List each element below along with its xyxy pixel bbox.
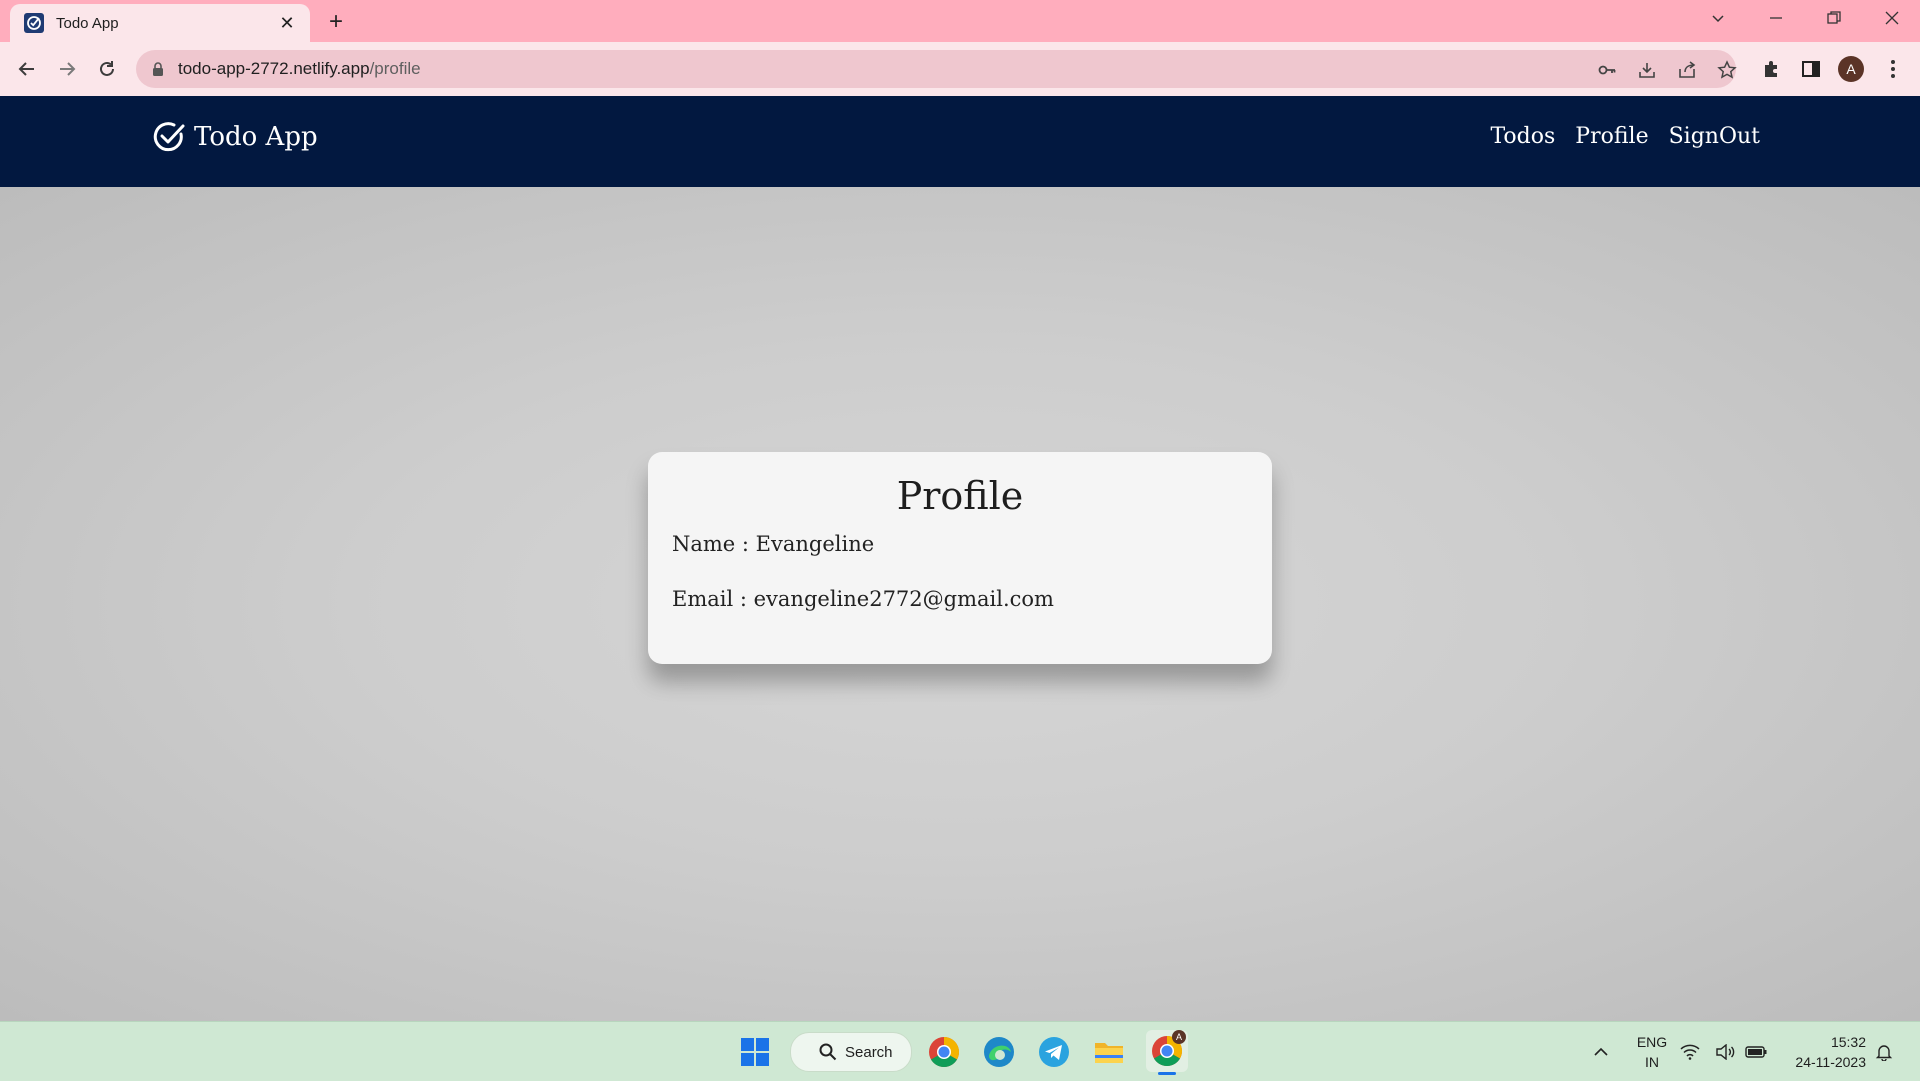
telegram-icon[interactable] xyxy=(1035,1033,1073,1071)
tab-title: Todo App xyxy=(56,14,119,32)
nav-profile[interactable]: Profile xyxy=(1575,124,1648,149)
restore-icon[interactable] xyxy=(1806,0,1862,36)
tab-bar: Todo App ✕ + xyxy=(0,0,1920,42)
clock-date: 24-11-2023 xyxy=(1795,1054,1866,1070)
new-tab-icon[interactable]: + xyxy=(322,8,350,36)
search-icon xyxy=(819,1043,837,1061)
todo-favicon-icon xyxy=(24,13,44,33)
language-top: ENG xyxy=(1636,1034,1668,1050)
profile-avatar[interactable]: A xyxy=(1838,56,1864,82)
file-explorer-icon[interactable] xyxy=(1090,1033,1128,1071)
profile-card: Profile Name : Evangeline Email : evange… xyxy=(648,452,1272,664)
brand[interactable]: Todo App xyxy=(152,120,318,154)
profile-heading: Profile xyxy=(896,474,1024,518)
language-bottom: IN xyxy=(1645,1054,1659,1070)
language-indicator[interactable]: ENG IN xyxy=(1632,1032,1672,1072)
share-icon[interactable] xyxy=(1676,59,1698,81)
app-navbar: Todo App Todos Profile SignOut xyxy=(0,96,1920,187)
edge-icon[interactable] xyxy=(980,1033,1018,1071)
window-close-icon[interactable] xyxy=(1864,0,1920,36)
profile-email: Email : evangeline2772@gmail.com xyxy=(672,587,1054,611)
reload-icon[interactable] xyxy=(92,54,122,84)
minimize-icon[interactable] xyxy=(1748,0,1804,36)
bookmark-star-icon[interactable] xyxy=(1716,59,1738,81)
volume-icon[interactable] xyxy=(1714,1033,1738,1071)
main-content: Profile Name : Evangeline Email : evange… xyxy=(0,187,1920,1021)
tab-search-icon[interactable] xyxy=(1690,0,1746,36)
clock-time: 15:32 xyxy=(1830,1034,1866,1050)
main-nav: Todos Profile SignOut xyxy=(1490,124,1760,149)
chrome-profile-app-icon[interactable]: A xyxy=(1146,1030,1188,1075)
install-app-icon[interactable] xyxy=(1636,59,1658,81)
check-circle-icon xyxy=(153,122,185,152)
brand-title: Todo App xyxy=(194,122,318,152)
battery-icon[interactable] xyxy=(1744,1033,1768,1071)
url-host: todo-app-2772.netlify.app xyxy=(178,59,370,78)
key-icon[interactable] xyxy=(1596,59,1618,81)
menu-kebab-icon[interactable] xyxy=(1880,56,1906,82)
taskbar: Search A ENG IN 15:32 24-11-2023 xyxy=(0,1021,1920,1081)
url-text: todo-app-2772.netlify.app/profile xyxy=(178,59,421,79)
active-indicator xyxy=(1158,1072,1176,1075)
browser-tab[interactable]: Todo App ✕ xyxy=(10,4,310,42)
chrome-profile-badge: A xyxy=(1172,1030,1186,1044)
windows-start-icon[interactable] xyxy=(736,1033,774,1071)
profile-name: Name : Evangeline xyxy=(672,532,875,556)
clock[interactable]: 15:32 24-11-2023 xyxy=(1782,1032,1866,1072)
search-label: Search xyxy=(845,1043,893,1061)
nav-todos[interactable]: Todos xyxy=(1490,124,1555,149)
url-path: /profile xyxy=(369,59,421,78)
tab-close-icon[interactable]: ✕ xyxy=(274,10,300,36)
side-panel-icon[interactable] xyxy=(1798,56,1824,82)
nav-signout[interactable]: SignOut xyxy=(1669,124,1760,149)
back-icon[interactable] xyxy=(12,54,42,84)
address-bar[interactable]: todo-app-2772.netlify.app/profile xyxy=(136,50,1738,88)
forward-icon[interactable] xyxy=(52,54,82,84)
taskbar-search[interactable]: Search xyxy=(790,1032,912,1072)
wifi-icon[interactable] xyxy=(1678,1033,1702,1071)
chrome-icon[interactable] xyxy=(925,1033,963,1071)
extensions-icon[interactable] xyxy=(1758,56,1784,82)
tray-chevron-up-icon[interactable] xyxy=(1582,1033,1620,1071)
notification-bell-icon[interactable] xyxy=(1872,1033,1896,1071)
browser-toolbar: todo-app-2772.netlify.app/profile A xyxy=(0,42,1920,96)
lock-icon xyxy=(153,62,163,76)
